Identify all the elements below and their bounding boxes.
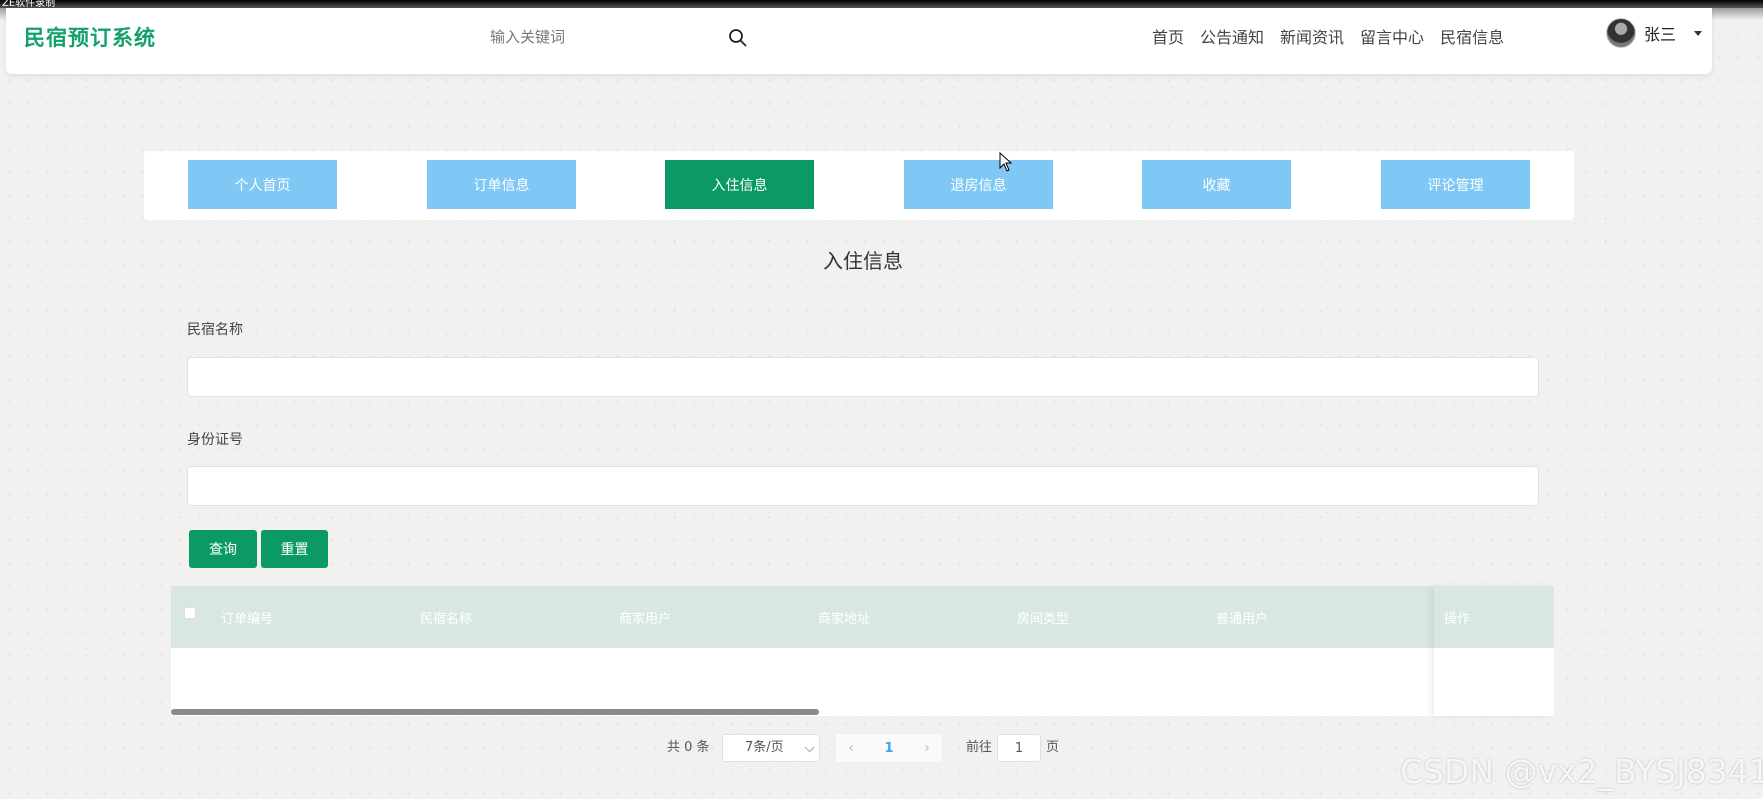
center-tab-panel: 个人首页 订单信息 入住信息 退房信息 收藏 评论管理 bbox=[144, 151, 1574, 220]
tab-favorites[interactable]: 收藏 bbox=[1142, 160, 1291, 209]
page-size-value: 7条/页 bbox=[745, 740, 784, 755]
col-homestay-name[interactable]: 民宿名称 bbox=[419, 608, 618, 627]
homestay-name-input[interactable] bbox=[187, 357, 1539, 397]
recorder-label: ZE软件录制 bbox=[2, 0, 56, 8]
col-merchant-user[interactable]: 商家用户 bbox=[618, 608, 817, 627]
current-page[interactable]: 1 bbox=[866, 741, 912, 756]
tab-personal-home[interactable]: 个人首页 bbox=[188, 160, 337, 209]
user-name: 张三 bbox=[1644, 25, 1677, 44]
avatar[interactable] bbox=[1606, 18, 1636, 48]
mouse-cursor-icon bbox=[999, 152, 1013, 172]
csdn-watermark: CSDN @vx2_BYSJ8341 bbox=[1400, 752, 1763, 791]
pagination-total: 共 0 条 bbox=[667, 740, 710, 755]
recorder-bar: ZE软件录制 bbox=[0, 0, 1763, 8]
prev-page-icon[interactable]: ‹ bbox=[836, 740, 866, 756]
goto-label: 前往 bbox=[966, 740, 993, 755]
chevron-down-icon bbox=[804, 742, 815, 753]
main-nav: 首页 公告通知 新闻资讯 留言中心 民宿信息 bbox=[1152, 24, 1504, 48]
nav-notice[interactable]: 公告通知 bbox=[1200, 24, 1264, 48]
goto-page-input[interactable] bbox=[997, 734, 1041, 762]
search-icon[interactable] bbox=[728, 28, 748, 48]
col-regular-user[interactable]: 普通用户 bbox=[1215, 608, 1414, 627]
tab-checkin[interactable]: 入住信息 bbox=[665, 160, 814, 209]
nav-home[interactable]: 首页 bbox=[1152, 24, 1184, 48]
id-number-input[interactable] bbox=[187, 466, 1539, 506]
col-order-no[interactable]: 订单编号 bbox=[220, 608, 419, 627]
pagination-nav: ‹ 1 › bbox=[836, 734, 942, 762]
nav-homestay[interactable]: 民宿信息 bbox=[1440, 24, 1504, 48]
col-room-type[interactable]: 房间类型 bbox=[1016, 608, 1215, 627]
site-logo[interactable]: 民宿预订系统 bbox=[24, 22, 156, 52]
tab-checkout[interactable]: 退房信息 bbox=[904, 160, 1053, 209]
tab-comments[interactable]: 评论管理 bbox=[1381, 160, 1530, 209]
nav-news[interactable]: 新闻资讯 bbox=[1280, 24, 1344, 48]
user-menu[interactable]: 张三 bbox=[1606, 18, 1703, 48]
checkin-table: 订单编号 民宿名称 商家用户 商家地址 房间类型 普通用户 操作 bbox=[171, 586, 1554, 716]
table-header: 订单编号 民宿名称 商家用户 商家地址 房间类型 普通用户 bbox=[171, 586, 1554, 648]
nav-message[interactable]: 留言中心 bbox=[1360, 24, 1424, 48]
top-header: 民宿预订系统 首页 公告通知 新闻资讯 留言中心 民宿信息 张三 bbox=[6, 8, 1712, 74]
fixed-operation-column: 操作 bbox=[1434, 586, 1554, 716]
query-button[interactable]: 查询 bbox=[189, 530, 257, 568]
homestay-name-label: 民宿名称 bbox=[187, 322, 243, 338]
search-input[interactable] bbox=[490, 22, 700, 52]
page-unit-label: 页 bbox=[1046, 740, 1060, 755]
table-horizontal-scrollbar[interactable] bbox=[171, 709, 819, 715]
col-merchant-address[interactable]: 商家地址 bbox=[817, 608, 1016, 627]
col-operation: 操作 bbox=[1434, 586, 1554, 648]
page-size-select[interactable]: 7条/页 bbox=[722, 734, 820, 762]
caret-down-icon[interactable] bbox=[1694, 30, 1703, 36]
next-page-icon[interactable]: › bbox=[912, 740, 942, 756]
id-number-label: 身份证号 bbox=[187, 432, 243, 448]
tab-orders[interactable]: 订单信息 bbox=[427, 160, 576, 209]
search-box bbox=[490, 22, 750, 52]
page-title: 入住信息 bbox=[823, 249, 903, 273]
reset-button[interactable]: 重置 bbox=[261, 530, 328, 568]
select-all-checkbox[interactable] bbox=[184, 607, 196, 619]
